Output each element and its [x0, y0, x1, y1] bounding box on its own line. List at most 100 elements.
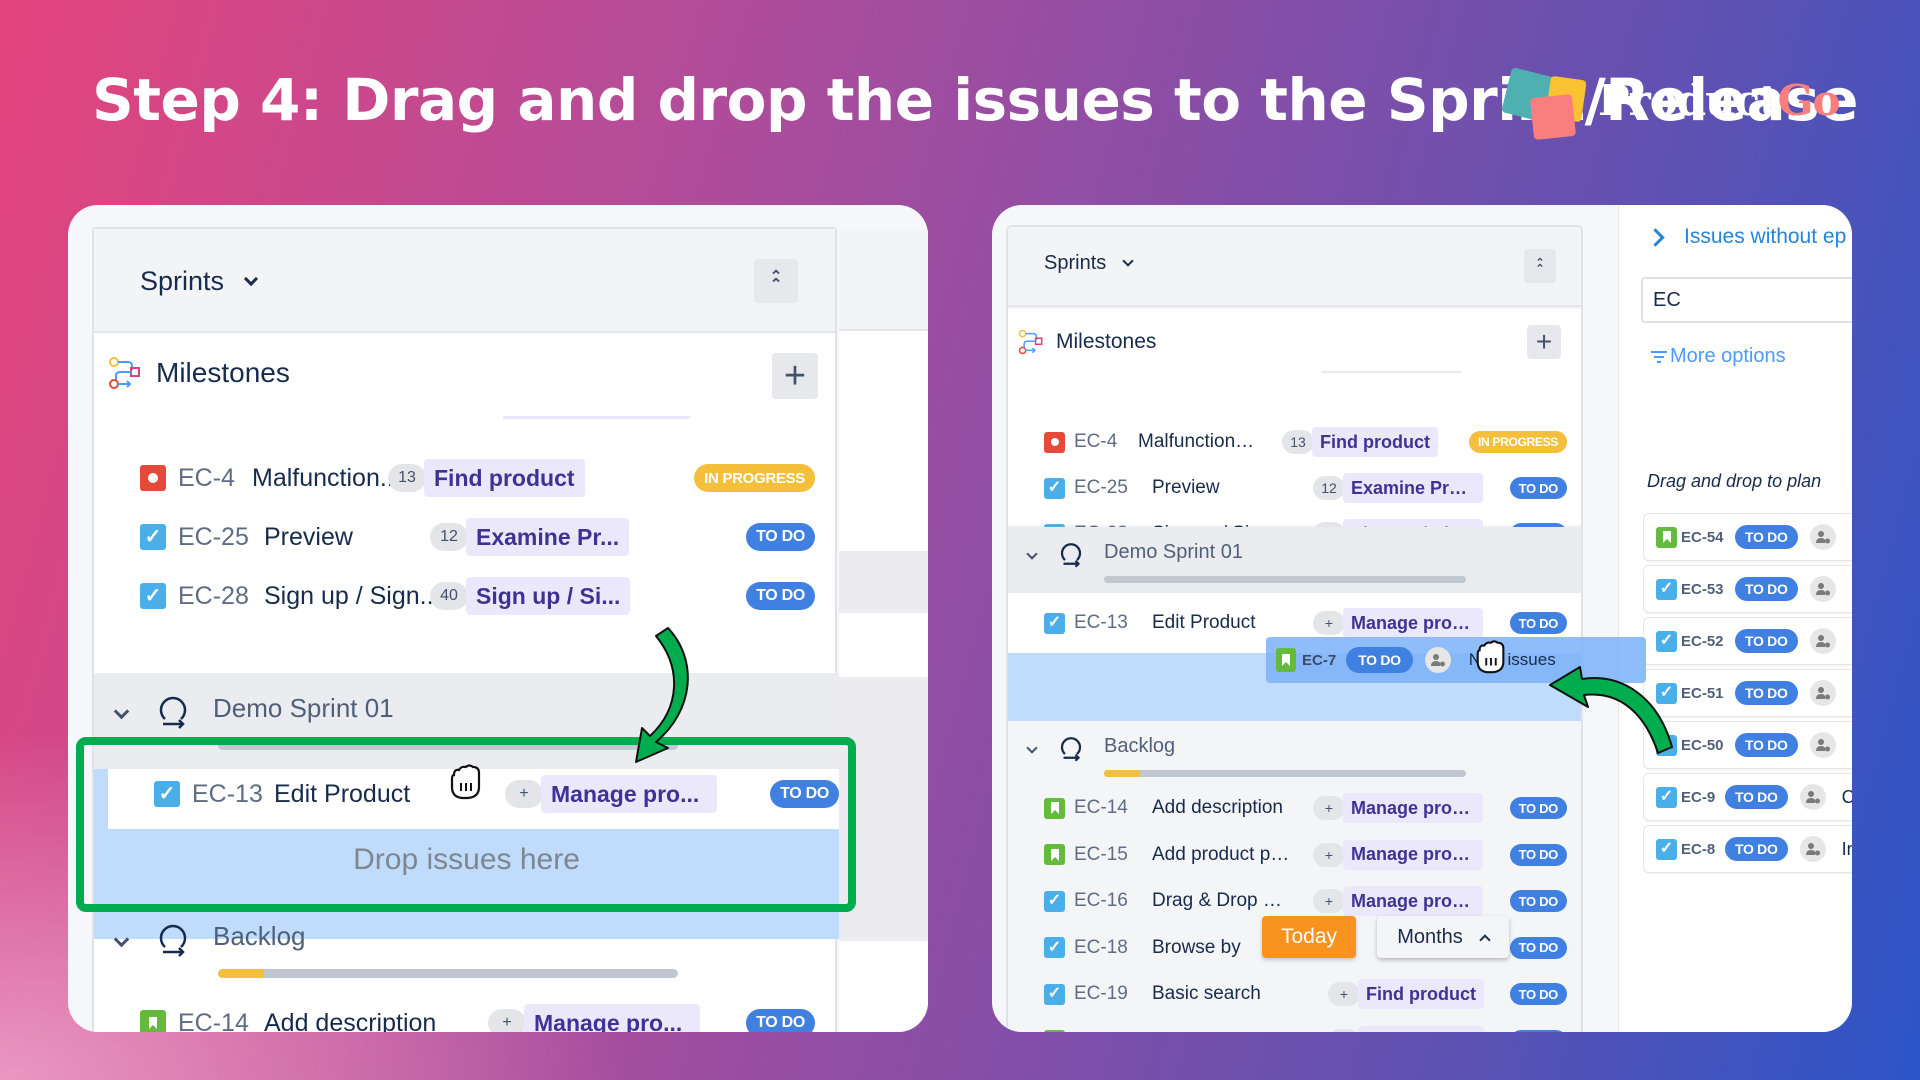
sidebar-issue-card[interactable]: ✓EC-52TO DOT: [1643, 617, 1852, 665]
status-badge[interactable]: TO DO: [1509, 936, 1567, 959]
status-badge[interactable]: IN PROGRESS: [1468, 431, 1567, 453]
sidebar-issue-card[interactable]: ✓EC-53TO DOn: [1643, 565, 1852, 613]
add-estimate-button[interactable]: +: [1313, 842, 1345, 867]
status-badge[interactable]: TO DO: [1509, 890, 1567, 912]
add-estimate-button[interactable]: +: [1313, 889, 1345, 913]
epic-label[interactable]: Examine Pr…: [1343, 473, 1483, 503]
backlog-header[interactable]: Backlog: [108, 919, 306, 959]
issue-summary[interactable]: Add description: [1152, 797, 1283, 819]
issue-key[interactable]: EC-28: [178, 582, 249, 611]
status-badge[interactable]: TO DO: [1509, 983, 1567, 1005]
status-badge[interactable]: TO DO: [1509, 843, 1567, 866]
months-dropdown[interactable]: Months: [1377, 916, 1509, 958]
epic-label[interactable]: Sign up / Si...: [466, 577, 631, 615]
add-estimate-button[interactable]: +: [1328, 982, 1360, 1006]
issue-key[interactable]: EC-19: [1074, 983, 1128, 1005]
sprint-name[interactable]: Demo Sprint 01: [1104, 541, 1243, 564]
issue-row[interactable]: EC-20 Recommendati… +Find product TO DO: [1008, 1025, 1581, 1033]
status-badge[interactable]: TO DO: [746, 582, 815, 610]
epic-label[interactable]: Manage pro…: [1343, 608, 1483, 638]
collapse-button[interactable]: ⌃ ⌃: [1524, 249, 1556, 283]
status-badge[interactable]: TO DO: [746, 523, 815, 551]
sidebar-issue-card[interactable]: EC-54TO DOn: [1643, 513, 1852, 561]
issue-row[interactable]: ✓ EC-25 Preview 12 Examine Pr... TO DO: [94, 517, 839, 557]
issue-summary[interactable]: Edit Product: [1152, 612, 1256, 634]
task-checkbox-icon: ✓: [1044, 937, 1065, 958]
issue-summary[interactable]: Malfunction...: [252, 464, 401, 493]
issue-summary[interactable]: Add product p…: [1152, 844, 1289, 866]
add-estimate-button[interactable]: +: [488, 1009, 526, 1032]
status-badge[interactable]: IN PROGRESS: [694, 464, 815, 492]
issue-key[interactable]: EC-25: [178, 523, 249, 552]
issue-summary[interactable]: Drag & Drop …: [1152, 890, 1282, 912]
issue-summary[interactable]: Preview: [1152, 477, 1220, 499]
issue-summary[interactable]: Recommendati…: [1152, 1030, 1299, 1033]
issue-key[interactable]: EC-16: [1074, 890, 1128, 912]
issue-summary[interactable]: Browse by: [1152, 937, 1241, 959]
issue-row[interactable]: EC-4 Malfunction… 13 Find product IN PROGRES…: [1008, 426, 1581, 458]
more-options-link[interactable]: More options: [1651, 345, 1786, 368]
chevron-down-icon[interactable]: [1026, 548, 1038, 560]
issues-without-epic-toggle[interactable]: Issues without ep: [1646, 225, 1846, 249]
epic-label[interactable]: Manage pro…: [1343, 839, 1483, 870]
issue-row[interactable]: ✓ EC-28 Sign up / Sign... 40 Sign up / Si...…: [94, 576, 839, 616]
issue-summary[interactable]: Malfunction…: [1138, 431, 1254, 453]
backlog-name[interactable]: Backlog: [213, 921, 306, 952]
add-milestone-button[interactable]: +: [772, 353, 818, 399]
epic-label[interactable]: Manage pro…: [1343, 886, 1483, 916]
epic-label[interactable]: Find product: [1358, 979, 1484, 1009]
issue-row[interactable]: ✓ EC-19 Basic search + Find product TO DO: [1008, 978, 1581, 1010]
sprint-header[interactable]: Demo Sprint 01: [1022, 539, 1243, 569]
issue-key[interactable]: EC-14: [178, 1009, 249, 1033]
epic-label[interactable]: Find product: [1358, 1025, 1484, 1032]
issue-search-input[interactable]: EC: [1641, 277, 1852, 323]
logo-text: ProductGo: [1598, 76, 1840, 125]
status-badge[interactable]: TO DO: [1509, 1029, 1567, 1032]
issue-key[interactable]: EC-14: [1074, 797, 1128, 819]
issue-key[interactable]: EC-15: [1074, 844, 1128, 866]
issue-row[interactable]: EC-4 Malfunction... 13 Find product IN PROGR…: [94, 458, 839, 498]
sprint-name[interactable]: Demo Sprint 01: [213, 693, 394, 724]
issue-summary[interactable]: Preview: [264, 523, 353, 552]
today-button[interactable]: Today: [1262, 916, 1356, 958]
issue-row[interactable]: ✓ EC-16 Drag & Drop … + Manage pro… TO DO: [1008, 885, 1581, 917]
add-estimate-button[interactable]: +: [1313, 796, 1345, 820]
collapse-button[interactable]: ⌃ ⌃: [754, 259, 798, 303]
status-badge[interactable]: TO DO: [1509, 797, 1567, 819]
issue-row[interactable]: EC-14 Add description + Manage pro... TO DO: [94, 1003, 839, 1032]
chevron-down-icon[interactable]: [113, 931, 130, 947]
epic-label[interactable]: Examine Pr...: [466, 518, 630, 556]
chevron-down-icon[interactable]: [113, 703, 130, 719]
issue-key[interactable]: EC-25: [1074, 477, 1128, 499]
status-badge[interactable]: TO DO: [746, 1009, 815, 1032]
issue-row[interactable]: ✓ EC-13 Edit Product + Manage pro… TO DO: [1008, 607, 1581, 639]
sprint-header[interactable]: Demo Sprint 01: [108, 691, 394, 731]
issue-summary[interactable]: Basic search: [1152, 983, 1261, 1005]
backlog-name[interactable]: Backlog: [1104, 735, 1175, 758]
status-badge[interactable]: TO DO: [1509, 612, 1567, 634]
add-milestone-button[interactable]: +: [1527, 325, 1561, 359]
backlog-header[interactable]: Backlog: [1022, 733, 1175, 763]
issue-row[interactable]: ✓ EC-25 Preview 12 Examine Pr… TO DO: [1008, 472, 1581, 504]
issue-summary[interactable]: Add description: [264, 1009, 436, 1033]
issue-key[interactable]: EC-20: [1074, 1030, 1128, 1033]
issue-summary[interactable]: Sign up / Sign...: [264, 582, 441, 611]
sprints-dropdown[interactable]: Sprints: [1044, 252, 1134, 275]
epic-label[interactable]: Find product: [1312, 427, 1438, 457]
sprints-dropdown[interactable]: Sprints: [140, 266, 259, 297]
epic-label[interactable]: Manage pro...: [524, 1004, 700, 1032]
issue-key[interactable]: EC-4: [1074, 431, 1117, 453]
chevron-down-icon[interactable]: [1026, 742, 1038, 754]
issue-key[interactable]: EC-18: [1074, 937, 1128, 959]
issue-row[interactable]: EC-15 Add product p… + Manage pro… TO DO: [1008, 839, 1581, 871]
add-estimate-button[interactable]: +: [1313, 611, 1345, 635]
issue-key[interactable]: EC-4: [178, 464, 235, 493]
status-badge[interactable]: TO DO: [1509, 477, 1567, 499]
sidebar-issue-card[interactable]: ✓ EC-8 TO DO In: [1643, 825, 1852, 873]
add-estimate-button[interactable]: +: [1328, 1028, 1360, 1032]
issue-key[interactable]: EC-13: [1074, 612, 1128, 634]
epic-label[interactable]: Find product: [424, 459, 585, 497]
epic-label[interactable]: Manage pro…: [1343, 793, 1483, 823]
sidebar-issue-card[interactable]: ✓ EC-9 TO DO C: [1643, 773, 1852, 821]
issue-row[interactable]: EC-14 Add description + Manage pro… TO DO: [1008, 792, 1581, 824]
